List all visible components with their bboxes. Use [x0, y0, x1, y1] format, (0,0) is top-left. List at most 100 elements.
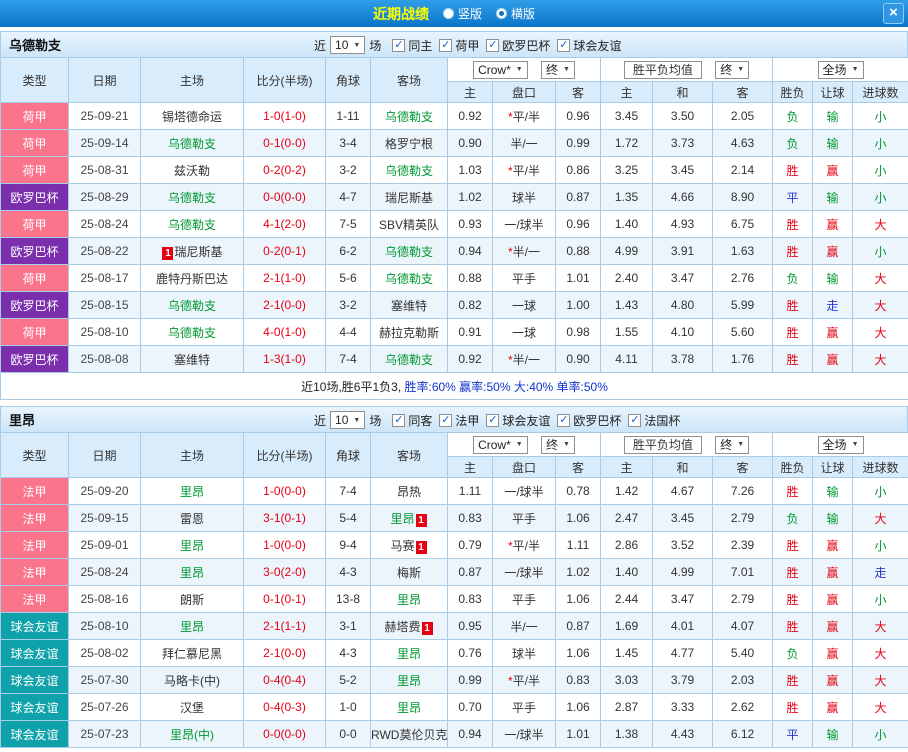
- chevron-down-icon: ▼: [353, 417, 360, 424]
- europe-away-odds-cell: 1.63: [713, 238, 773, 265]
- europe-away-odds-cell: 2.05: [713, 103, 773, 130]
- col-score: 比分(半场): [244, 58, 326, 103]
- mode-horizontal[interactable]: 横版: [496, 5, 535, 22]
- match-count-select[interactable]: 10▼: [330, 36, 365, 54]
- checkbox-icon[interactable]: ✓: [557, 414, 570, 427]
- filter-checkbox[interactable]: ✓球会友谊: [557, 37, 621, 54]
- team-name-text: 赫拉克勒斯: [379, 326, 439, 340]
- filter-checkbox[interactable]: ✓法甲: [439, 412, 479, 429]
- europe-avg-label: 胜平负均值: [624, 61, 702, 79]
- scope-select[interactable]: 全场▼: [818, 61, 864, 79]
- asia-final-select[interactable]: 终▼: [541, 61, 575, 79]
- match-count-select[interactable]: 10▼: [330, 411, 365, 429]
- filter-checkbox[interactable]: ✓同主: [392, 37, 432, 54]
- col-handicap: 盘口: [493, 82, 556, 103]
- europe-final-value: 终: [720, 436, 732, 453]
- asia-home-odds-cell: 1.11: [448, 478, 493, 505]
- away-team-cell: 乌德勒支: [371, 103, 448, 130]
- asia-final-select[interactable]: 终▼: [541, 436, 575, 454]
- away-team-cell: 马赛1: [371, 532, 448, 559]
- table-controls-row: 类型 日期 主场 比分(半场) 角球 客场 Crow*▼ 终▼ 胜平负均值 终▼: [1, 58, 908, 82]
- europe-home-odds-cell: 2.40: [601, 265, 653, 292]
- asia-home-odds-cell: 0.91: [448, 319, 493, 346]
- away-team-cell: 乌德勒支: [371, 238, 448, 265]
- chevron-down-icon: ▼: [563, 66, 570, 73]
- corners-cell: 4-3: [326, 640, 371, 667]
- europe-final-select[interactable]: 终▼: [715, 61, 749, 79]
- goals-result-cell: 走: [853, 559, 908, 586]
- close-button[interactable]: ×: [883, 3, 904, 24]
- europe-away-odds-cell: 4.07: [713, 613, 773, 640]
- radio-vertical-icon[interactable]: [443, 8, 454, 19]
- result-cell: 胜: [773, 532, 813, 559]
- match-row: 法甲25-09-01里昂1-0(0-0)9-4马赛10.79*平/半1.112.…: [1, 532, 908, 559]
- result-cell: 胜: [773, 238, 813, 265]
- europe-home-odds-cell: 1.45: [601, 640, 653, 667]
- away-team-cell: 乌德勒支: [371, 157, 448, 184]
- europe-final-select[interactable]: 终▼: [715, 436, 749, 454]
- filter-checkbox[interactable]: ✓荷甲: [439, 37, 479, 54]
- handicap-cell: *半/一: [493, 346, 556, 373]
- corners-cell: 5-4: [326, 505, 371, 532]
- handicap-cell: 球半: [493, 184, 556, 211]
- team-name-text: 里昂: [180, 620, 204, 634]
- corners-cell: 4-3: [326, 559, 371, 586]
- checkbox-icon[interactable]: ✓: [392, 39, 405, 52]
- star-marker: *: [508, 110, 513, 124]
- filter-checkbox[interactable]: ✓球会友谊: [486, 412, 550, 429]
- handicap-result-cell: 输: [813, 184, 853, 211]
- handicap-cell: 一球: [493, 319, 556, 346]
- europe-home-odds-cell: 2.86: [601, 532, 653, 559]
- page-title: 近期战绩: [373, 4, 429, 24]
- checkbox-icon[interactable]: ✓: [439, 414, 452, 427]
- filter-checkbox[interactable]: ✓欧罗巴杯: [486, 37, 550, 54]
- europe-home-odds-cell: 1.38: [601, 721, 653, 748]
- checkbox-icon[interactable]: ✓: [486, 39, 499, 52]
- goals-result-cell: 小: [853, 532, 908, 559]
- match-row: 荷甲25-08-10乌德勒支4-0(1-0)4-4赫拉克勒斯0.91一球0.98…: [1, 319, 908, 346]
- home-team-cell: 乌德勒支: [141, 130, 244, 157]
- result-cell: 平: [773, 184, 813, 211]
- unit-label: 场: [369, 37, 381, 54]
- goals-result-cell: 小: [853, 238, 908, 265]
- handicap-result-cell: 输: [813, 265, 853, 292]
- checkbox-icon[interactable]: ✓: [392, 414, 405, 427]
- league-cell: 荷甲: [1, 157, 69, 184]
- checkbox-icon[interactable]: ✓: [628, 414, 641, 427]
- red-card-badge: 1: [416, 541, 427, 554]
- mode-vertical[interactable]: 竖版: [443, 5, 482, 22]
- home-team-cell: 汉堡: [141, 694, 244, 721]
- result-cell: 负: [773, 640, 813, 667]
- bookmaker-select[interactable]: Crow*▼: [473, 61, 528, 79]
- col-europe-home: 主: [601, 82, 653, 103]
- filter-checkbox[interactable]: ✓欧罗巴杯: [557, 412, 621, 429]
- col-date: 日期: [69, 58, 141, 103]
- scope-select[interactable]: 全场▼: [818, 436, 864, 454]
- col-away: 客场: [371, 433, 448, 478]
- checkbox-icon[interactable]: ✓: [557, 39, 570, 52]
- team-name-text: 赫塔费: [384, 620, 420, 634]
- home-team-cell: 里昂: [141, 559, 244, 586]
- filter-checkbox[interactable]: ✓法国杯: [628, 412, 680, 429]
- checkbox-icon[interactable]: ✓: [439, 39, 452, 52]
- radio-horizontal-icon[interactable]: [496, 8, 507, 19]
- score-cell: 3-1(0-1): [244, 505, 326, 532]
- checkbox-icon[interactable]: ✓: [486, 414, 499, 427]
- match-row: 荷甲25-08-31兹沃勒0-2(0-2)3-2乌德勒支1.03*平/半0.86…: [1, 157, 908, 184]
- asia-away-odds-cell: 1.01: [556, 265, 601, 292]
- topbar: 近期战绩 竖版 横版 ×: [0, 0, 908, 27]
- europe-home-odds-cell: 1.42: [601, 478, 653, 505]
- filter-label: 球会友谊: [573, 37, 621, 54]
- col-corners: 角球: [326, 58, 371, 103]
- away-team-cell: 瑞尼斯基: [371, 184, 448, 211]
- bookmaker-select[interactable]: Crow*▼: [473, 436, 528, 454]
- results-table: 类型 日期 主场 比分(半场) 角球 客场 Crow*▼ 终▼ 胜平负均值 终▼: [0, 57, 908, 400]
- europe-away-odds-cell: 8.90: [713, 184, 773, 211]
- filter-label: 法国杯: [644, 412, 680, 429]
- score-cell: 0-2(0-1): [244, 238, 326, 265]
- filter-label: 同客: [408, 412, 432, 429]
- asia-home-odds-cell: 0.90: [448, 130, 493, 157]
- score-cell: 3-0(2-0): [244, 559, 326, 586]
- chevron-down-icon: ▼: [852, 441, 859, 448]
- filter-checkbox[interactable]: ✓同客: [392, 412, 432, 429]
